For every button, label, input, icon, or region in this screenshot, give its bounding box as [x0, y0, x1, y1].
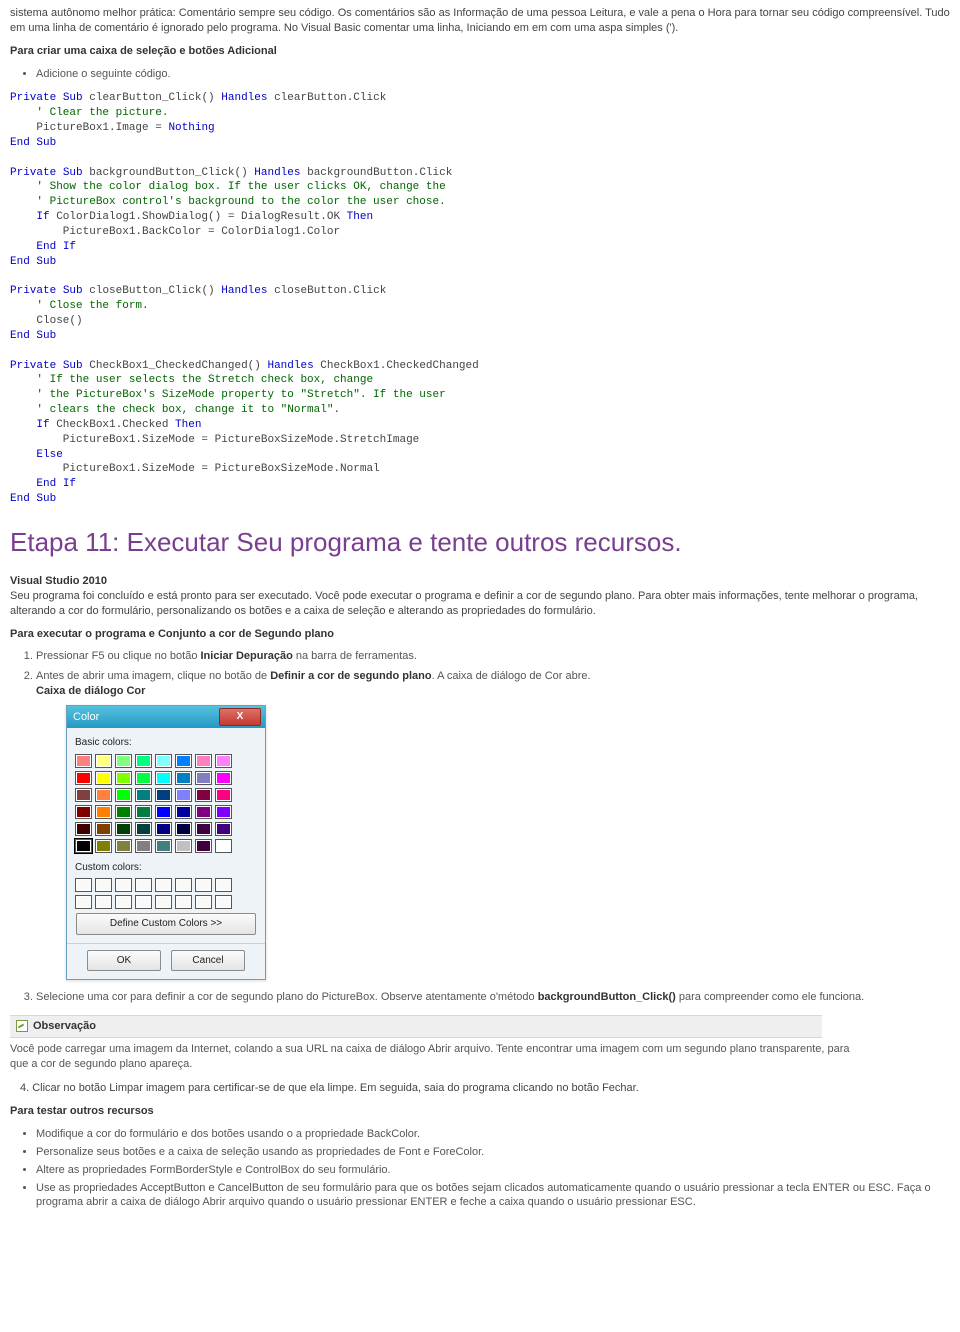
custom-color-slot[interactable] — [135, 895, 152, 909]
custom-color-slot[interactable] — [115, 878, 132, 892]
heading-adicional: Para criar uma caixa de seleção e botões… — [10, 44, 950, 59]
color-swatch[interactable] — [115, 771, 132, 785]
custom-color-slot[interactable] — [155, 878, 172, 892]
color-swatch[interactable] — [155, 754, 172, 768]
color-swatch[interactable] — [195, 788, 212, 802]
define-custom-colors-button[interactable]: Define Custom Colors >> — [76, 913, 256, 935]
heading-test: Para testar outros recursos — [10, 1104, 950, 1119]
step-2: Antes de abrir uma imagem, clique no bot… — [36, 669, 950, 980]
step-4: 4. Clicar no botão Limpar imagem para ce… — [20, 1081, 950, 1096]
custom-colors-grid — [75, 878, 257, 909]
color-swatch[interactable] — [135, 788, 152, 802]
color-swatch[interactable] — [75, 788, 92, 802]
color-swatch[interactable] — [95, 788, 112, 802]
basic-colors-grid — [75, 754, 257, 853]
color-swatch[interactable] — [175, 788, 192, 802]
color-swatch[interactable] — [215, 771, 232, 785]
custom-color-slot[interactable] — [215, 895, 232, 909]
code-block: Private Sub clearButton_Click() Handles … — [10, 91, 950, 507]
color-swatch[interactable] — [95, 754, 112, 768]
color-swatch[interactable] — [195, 839, 212, 853]
color-swatch[interactable] — [155, 822, 172, 836]
step-3: Selecione uma cor para definir a cor de … — [36, 990, 950, 1005]
vs-label: Visual Studio 2010 — [10, 575, 107, 587]
color-swatch[interactable] — [195, 805, 212, 819]
color-swatch[interactable] — [135, 822, 152, 836]
color-swatch[interactable] — [95, 771, 112, 785]
color-swatch[interactable] — [135, 771, 152, 785]
color-swatch[interactable] — [115, 839, 132, 853]
custom-color-slot[interactable] — [155, 895, 172, 909]
test-item-a: Modifique a cor do formulário e dos botõ… — [36, 1127, 950, 1142]
bullet-add-code: Adicione o seguinte código. — [36, 67, 950, 82]
dialog-titlebar[interactable]: Color X — [67, 706, 265, 728]
color-swatch[interactable] — [175, 771, 192, 785]
test-item-c: Altere as propriedades FormBorderStyle e… — [36, 1163, 950, 1178]
basic-colors-label: Basic colors: — [75, 736, 257, 750]
color-swatch[interactable] — [75, 839, 92, 853]
color-swatch[interactable] — [215, 822, 232, 836]
test-item-b: Personalize seus botões e a caixa de sel… — [36, 1145, 950, 1160]
color-swatch[interactable] — [195, 754, 212, 768]
custom-color-slot[interactable] — [95, 878, 112, 892]
intro-paragraph: sistema autônomo melhor prática: Comentá… — [10, 6, 950, 36]
custom-color-slot[interactable] — [75, 878, 92, 892]
color-swatch[interactable] — [135, 805, 152, 819]
color-swatch[interactable] — [195, 771, 212, 785]
color-dialog: Color X Basic colors: Custom colors: Def… — [66, 705, 266, 980]
color-swatch[interactable] — [75, 822, 92, 836]
cancel-button[interactable]: Cancel — [171, 950, 245, 972]
color-swatch[interactable] — [115, 805, 132, 819]
color-swatch[interactable] — [215, 754, 232, 768]
color-swatch[interactable] — [155, 788, 172, 802]
color-swatch[interactable] — [135, 839, 152, 853]
custom-color-slot[interactable] — [115, 895, 132, 909]
color-swatch[interactable] — [195, 822, 212, 836]
color-swatch[interactable] — [215, 839, 232, 853]
color-swatch[interactable] — [155, 771, 172, 785]
color-swatch[interactable] — [115, 754, 132, 768]
color-swatch[interactable] — [95, 839, 112, 853]
custom-color-slot[interactable] — [215, 878, 232, 892]
color-swatch[interactable] — [175, 805, 192, 819]
color-swatch[interactable] — [155, 805, 172, 819]
color-swatch[interactable] — [175, 754, 192, 768]
ok-button[interactable]: OK — [87, 950, 161, 972]
test-item-d: Use as propriedades AcceptButton e Cance… — [36, 1181, 950, 1211]
note-header: Observação — [10, 1015, 822, 1038]
custom-color-slot[interactable] — [175, 895, 192, 909]
note-body: Você pode carregar uma imagem da Interne… — [10, 1042, 850, 1072]
custom-color-slot[interactable] — [135, 878, 152, 892]
custom-color-slot[interactable] — [175, 878, 192, 892]
color-swatch[interactable] — [75, 771, 92, 785]
color-swatch[interactable] — [155, 839, 172, 853]
vs-section: Visual Studio 2010 Seu programa foi conc… — [10, 574, 950, 619]
dialog-title-text: Color — [73, 710, 219, 725]
custom-color-slot[interactable] — [75, 895, 92, 909]
custom-colors-label: Custom colors: — [75, 861, 257, 875]
note-icon — [16, 1020, 28, 1032]
custom-color-slot[interactable] — [195, 878, 212, 892]
custom-color-slot[interactable] — [95, 895, 112, 909]
vs-description: Seu programa foi concluído e está pronto… — [10, 590, 918, 617]
color-swatch[interactable] — [215, 788, 232, 802]
color-swatch[interactable] — [135, 754, 152, 768]
step-1: Pressionar F5 ou clique no botão Iniciar… — [36, 649, 950, 664]
color-swatch[interactable] — [215, 805, 232, 819]
color-swatch[interactable] — [115, 788, 132, 802]
color-swatch[interactable] — [175, 822, 192, 836]
color-swatch[interactable] — [75, 805, 92, 819]
color-swatch[interactable] — [75, 754, 92, 768]
step-11-heading: Etapa 11: Executar Seu programa e tente … — [10, 525, 950, 560]
color-swatch[interactable] — [115, 822, 132, 836]
color-swatch[interactable] — [175, 839, 192, 853]
dialog-close-button[interactable]: X — [219, 708, 261, 726]
note-title-text: Observação — [33, 1019, 96, 1034]
custom-color-slot[interactable] — [195, 895, 212, 909]
heading-exec: Para executar o programa e Conjunto a co… — [10, 627, 950, 642]
color-swatch[interactable] — [95, 822, 112, 836]
color-swatch[interactable] — [95, 805, 112, 819]
